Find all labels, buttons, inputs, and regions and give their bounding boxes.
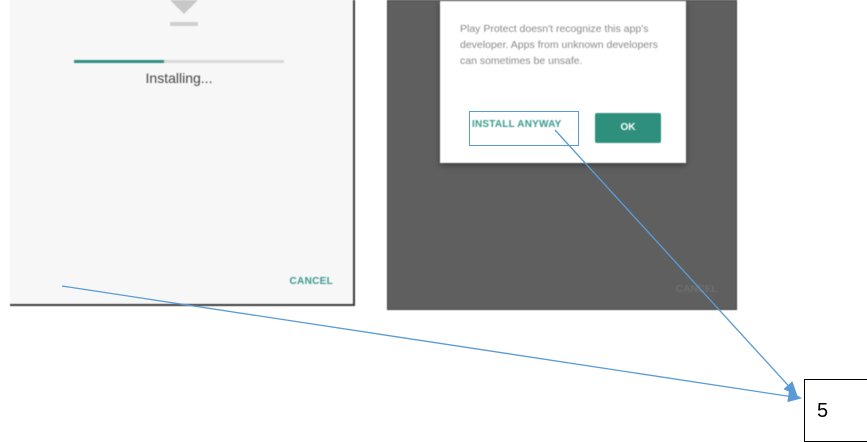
download-base-line [170, 22, 198, 26]
installing-screen: Installing... CANCEL [10, 0, 355, 306]
dialog-message: Play Protect doesn't recognize this app'… [460, 23, 658, 67]
step-number: 5 [817, 400, 829, 422]
installing-status-label: Installing... [145, 70, 213, 86]
download-arrow-icon [170, 0, 198, 14]
step-number-box: 5 [804, 379, 867, 442]
annotated-screenshot: Installing... CANCEL Play Protect doesn'… [0, 0, 867, 442]
install-progress-bar [74, 60, 284, 63]
cancel-button[interactable]: CANCEL [290, 276, 333, 287]
background-cancel-button[interactable]: CANCEL [676, 284, 718, 295]
ok-button[interactable]: OK [595, 113, 661, 143]
install-progress-fill [74, 60, 165, 63]
install-anyway-button[interactable]: INSTALL ANYWAY [472, 119, 561, 130]
play-protect-screen: Play Protect doesn't recognize this app'… [387, 0, 737, 310]
play-protect-dialog: Play Protect doesn't recognize this app'… [440, 1, 686, 163]
